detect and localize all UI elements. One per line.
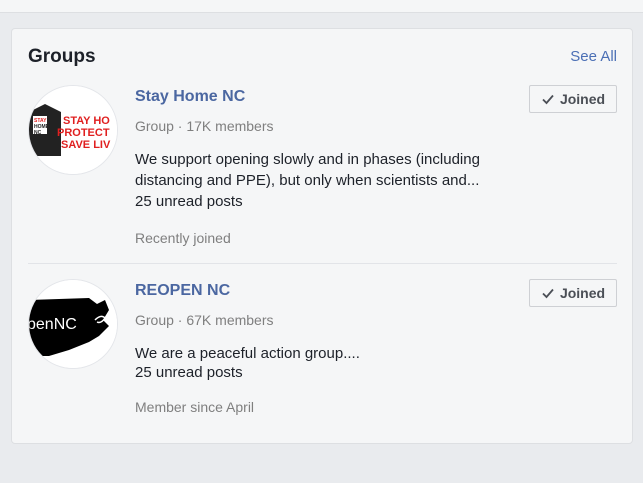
group-avatar-stay-home-nc[interactable]: STAY HOME NC STAY HO PROTECT SAVE LIV: [28, 85, 118, 175]
group-name-link[interactable]: REOPEN NC: [135, 282, 230, 300]
membership-status: Recently joined: [135, 230, 231, 246]
group-meta: Group · 17K members: [135, 118, 274, 134]
svg-text:STAY HO: STAY HO: [63, 115, 110, 127]
membership-status: Member since April: [135, 399, 255, 415]
joined-label: Joined: [559, 91, 606, 107]
see-all-link[interactable]: See All: [570, 48, 617, 65]
group-avatar-reopen-nc[interactable]: penNC: [28, 279, 118, 369]
group-description: We support opening slowly and in phases …: [135, 151, 480, 189]
stay-home-logo-icon: STAY HOME NC STAY HO PROTECT SAVE LIV: [29, 86, 117, 174]
svg-text:NC: NC: [34, 130, 42, 136]
group-item-reopen-nc: penNC REOPEN NC Group · 67K members We a…: [28, 277, 617, 427]
joined-button[interactable]: Joined: [529, 85, 617, 113]
group-item-stay-home-nc: STAY HOME NC STAY HO PROTECT SAVE LIV St…: [28, 83, 617, 264]
unread-posts[interactable]: 25 unread posts: [135, 364, 520, 381]
checkmark-icon: [542, 288, 554, 299]
joined-button[interactable]: Joined: [529, 279, 617, 307]
top-strip: [0, 0, 643, 13]
group-meta: Group · 67K members: [135, 312, 274, 328]
groups-card-header: Groups See All: [28, 46, 617, 70]
joined-label: Joined: [559, 285, 606, 301]
group-description: We are a peaceful action group....: [135, 345, 360, 362]
groups-card: Groups See All STAY HOME NC STAY HO PROT…: [11, 28, 633, 444]
groups-title: Groups: [28, 46, 96, 67]
svg-text:penNC: penNC: [29, 316, 77, 333]
svg-text:SAVE LIV: SAVE LIV: [61, 139, 111, 151]
checkmark-icon: [542, 94, 554, 105]
svg-text:PROTECT: PROTECT: [57, 127, 110, 139]
group-name-link[interactable]: Stay Home NC: [135, 88, 245, 106]
unread-posts[interactable]: 25 unread posts: [135, 193, 520, 210]
reopen-nc-logo-icon: penNC: [29, 280, 117, 368]
